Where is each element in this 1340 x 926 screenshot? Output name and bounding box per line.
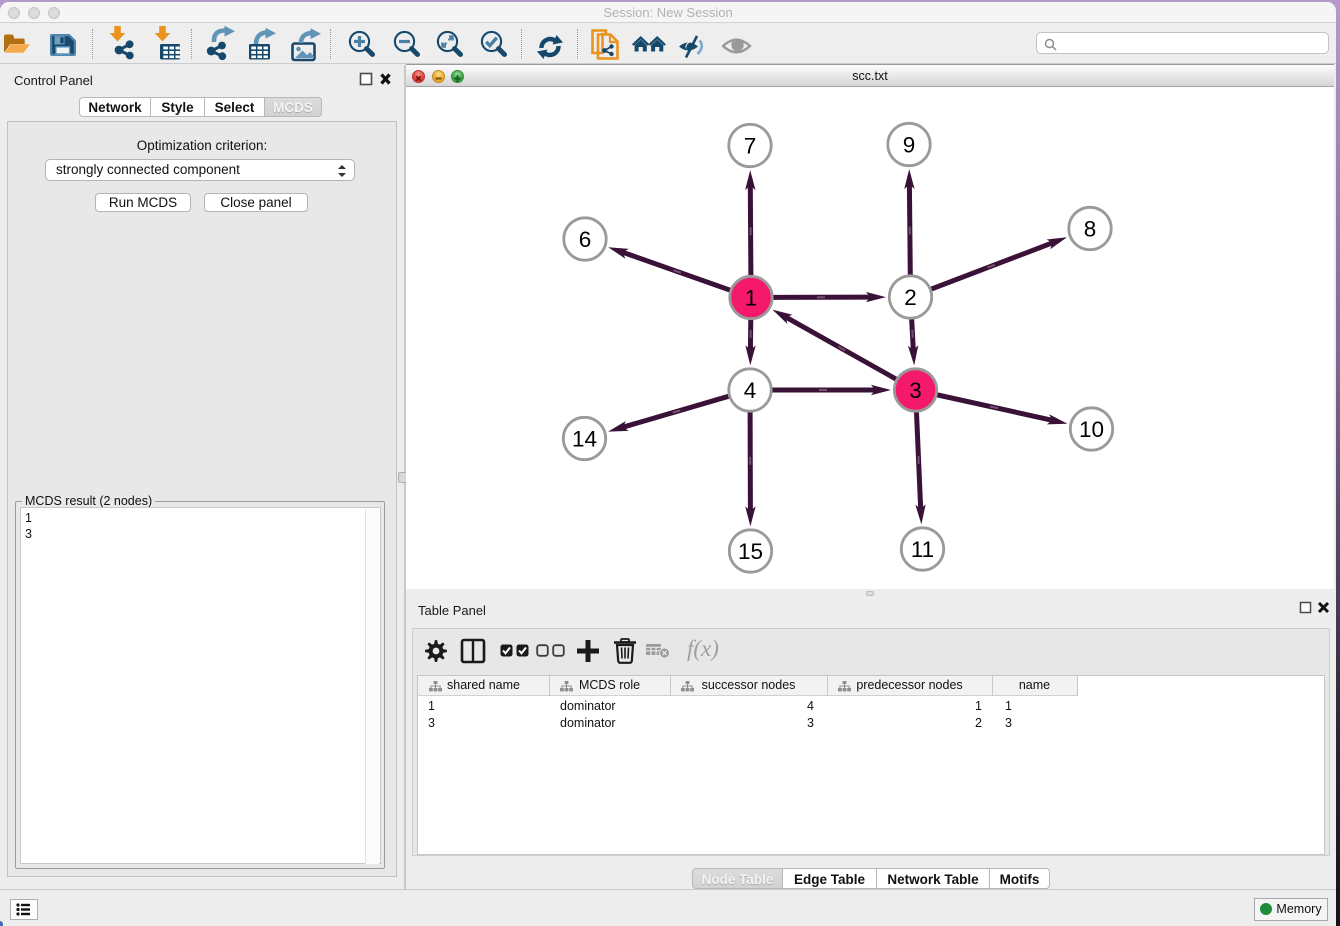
svg-text:3: 3	[909, 378, 922, 403]
svg-text:6: 6	[579, 227, 592, 252]
svg-text:15: 15	[738, 539, 763, 564]
svg-text:10: 10	[1079, 417, 1104, 442]
svg-text:11: 11	[911, 537, 934, 562]
svg-text:14: 14	[572, 427, 597, 452]
svg-text:9: 9	[903, 133, 916, 158]
svg-text:1: 1	[745, 286, 758, 311]
svg-text:2: 2	[904, 285, 917, 310]
svg-text:8: 8	[1084, 217, 1097, 242]
svg-text:7: 7	[744, 134, 757, 159]
svg-text:4: 4	[744, 378, 757, 403]
